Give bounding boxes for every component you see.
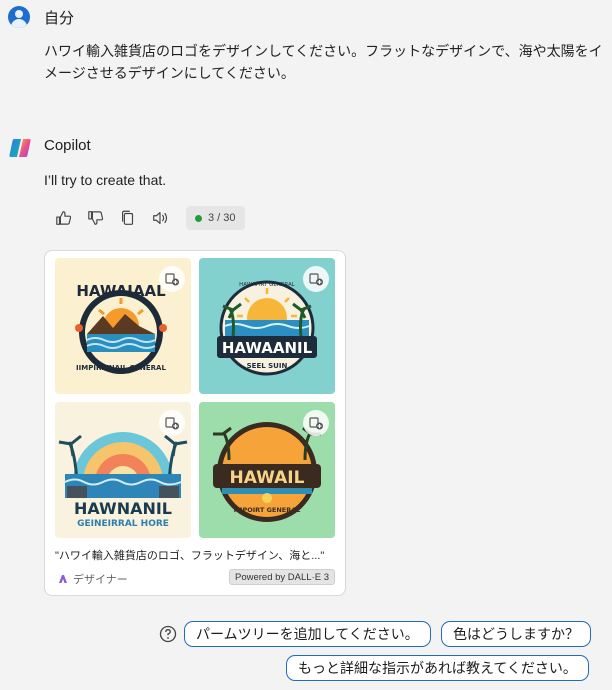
generated-image-3[interactable]: HAWNANIL GEINEIRRAL HORE [55, 402, 191, 538]
copilot-logo-icon [8, 136, 32, 160]
user-message: ハワイ輸入雑貨店のロゴをデザインしてください。フラットなデザインで、海や太陽をイ… [44, 43, 603, 81]
generated-image-1[interactable]: HAWAIAAL IIMPIRITNAIL GENERAL [55, 258, 191, 394]
suggestion-chip-3[interactable]: もっと詳細な指示があれば教えてください。 [286, 655, 589, 681]
copilot-name: Copilot [44, 137, 91, 154]
user-avatar [8, 6, 30, 28]
logo-text-bottom: IMPOIRT GENERAL [234, 506, 301, 514]
image-options-button[interactable] [159, 266, 185, 292]
image-options-button[interactable] [303, 410, 329, 436]
designer-icon [59, 575, 67, 583]
speaker-icon [153, 212, 168, 224]
turn-counter: 3 / 30 [186, 206, 245, 230]
powered-by-badge: Powered by DALL·E 3 [229, 569, 335, 585]
image-options-button[interactable] [159, 410, 185, 436]
thumbs-down-icon [88, 211, 104, 225]
image-add-icon [165, 417, 179, 430]
copy-icon [122, 210, 134, 225]
logo-text-top: HAWAIAAL [76, 282, 166, 300]
thumbs-up-button[interactable] [48, 205, 80, 231]
logo-text-arc: HAWAPIRT GENERAL [239, 282, 296, 288]
logo-text-sub: SEEL SUIN [247, 362, 288, 370]
thumbs-up-icon [56, 211, 72, 225]
image-add-icon [309, 417, 323, 430]
logo-text-top: HAWAANIL [222, 339, 313, 357]
generated-image-4[interactable]: HAWAIL IMPOIRT GENERAL [199, 402, 335, 538]
status-dot-icon [195, 214, 202, 222]
logo-text-top: HAWAIL [230, 468, 305, 488]
copilot-message: I’ll try to create that. [44, 172, 167, 188]
designer-label: デザイナー [73, 574, 128, 586]
turn-counter-text: 3 / 30 [208, 212, 236, 224]
user-name: 自分 [44, 10, 75, 27]
read-aloud-button[interactable] [144, 205, 176, 231]
copy-button[interactable] [112, 205, 144, 231]
generated-image-2[interactable]: HAWAANIL SEEL SUIN HAWAPIRT GENERAL [199, 258, 335, 394]
help-icon[interactable] [159, 625, 177, 643]
image-add-icon [165, 273, 179, 286]
designer-link[interactable]: デザイナー [57, 571, 128, 587]
image-add-icon [309, 273, 323, 286]
suggestion-chip-2[interactable]: 色はどうしますか？ [441, 621, 591, 647]
image-caption: "ハワイ輸入雑貨店のロゴ、フラットデザイン、海と..." [55, 550, 325, 562]
suggestion-chip-1[interactable]: パームツリーを追加してください。 [184, 621, 431, 647]
thumbs-down-button[interactable] [80, 205, 112, 231]
image-options-button[interactable] [303, 266, 329, 292]
logo-text-bottom: GEINEIRRAL HORE [77, 519, 169, 529]
message-actions: 3 / 30 [48, 205, 245, 231]
logo-text-top: HAWNANIL [74, 499, 172, 518]
logo-text-bottom: IIMPIRITNAIL GENERAL [76, 364, 166, 372]
image-result-card: HAWAIAAL IIMPIRITNAIL GENERAL HAWAANIL S… [44, 250, 346, 596]
